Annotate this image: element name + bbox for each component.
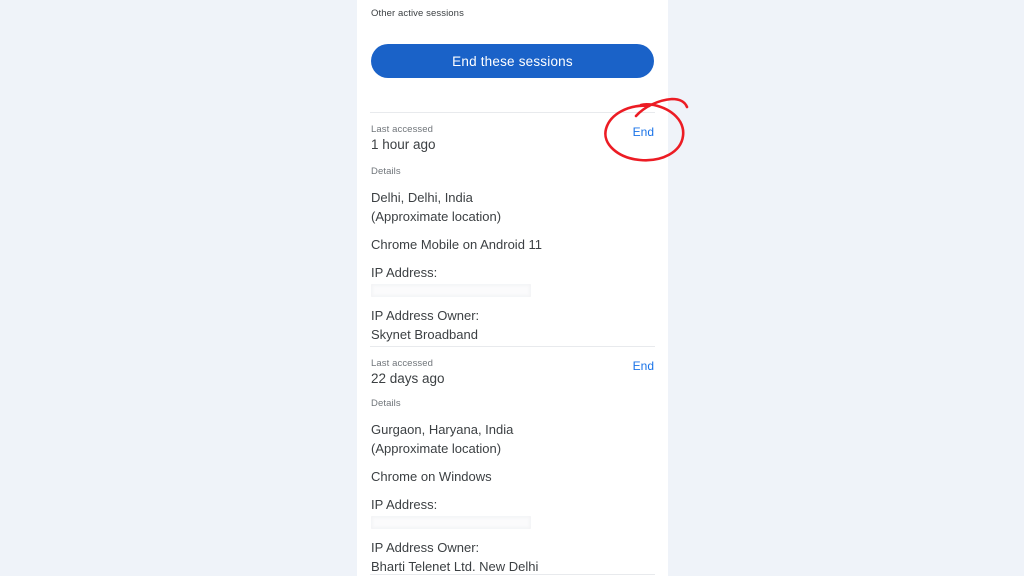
divider-middle bbox=[370, 346, 655, 347]
ip-owner-label: IP Address Owner: bbox=[371, 308, 480, 323]
detail-ip-owner: IP Address Owner: Bharti Telenet Ltd. Ne… bbox=[371, 538, 655, 576]
divider-top bbox=[370, 112, 655, 113]
settings-card: Other active sessions End these sessions… bbox=[357, 0, 668, 576]
location-note: (Approximate location) bbox=[371, 441, 502, 456]
ip-address-label: IP Address: bbox=[371, 265, 438, 280]
location-value: Delhi, Delhi, India bbox=[371, 190, 473, 205]
details-label: Details bbox=[371, 166, 401, 177]
last-accessed-label: Last accessed bbox=[371, 124, 434, 135]
ip-address-label: IP Address: bbox=[371, 497, 438, 512]
detail-ip-address: IP Address: bbox=[371, 263, 655, 297]
location-note: (Approximate location) bbox=[371, 209, 502, 224]
end-these-sessions-label: End these sessions bbox=[452, 53, 573, 69]
last-accessed-value: 1 hour ago bbox=[371, 137, 436, 152]
detail-location: Delhi, Delhi, India (Approximate locatio… bbox=[371, 188, 655, 226]
detail-device: Chrome Mobile on Android 11 bbox=[371, 237, 543, 252]
location-value: Gurgaon, Haryana, India bbox=[371, 422, 514, 437]
session-header: Last accessed 1 hour ago End bbox=[357, 120, 668, 156]
divider-bottom bbox=[370, 574, 655, 575]
ip-address-redacted-value bbox=[371, 284, 531, 297]
session-item: Last accessed 22 days ago End Details Gu… bbox=[357, 354, 668, 574]
ip-address-redacted-value bbox=[371, 516, 531, 529]
ip-owner-label: IP Address Owner: bbox=[371, 540, 480, 555]
last-accessed-label: Last accessed bbox=[371, 358, 434, 369]
section-heading: Other active sessions bbox=[371, 8, 464, 19]
last-accessed-value: 22 days ago bbox=[371, 371, 445, 386]
ip-owner-value: Skynet Broadband bbox=[371, 327, 478, 342]
session-details-list: Gurgaon, Haryana, India (Approximate loc… bbox=[371, 420, 655, 576]
session-details-list: Delhi, Delhi, India (Approximate locatio… bbox=[371, 188, 655, 344]
end-session-link[interactable]: End bbox=[633, 358, 654, 374]
detail-device: Chrome on Windows bbox=[371, 469, 492, 484]
end-session-link[interactable]: End bbox=[633, 124, 654, 140]
session-header: Last accessed 22 days ago End bbox=[357, 354, 668, 390]
detail-ip-address: IP Address: bbox=[371, 495, 655, 529]
details-label: Details bbox=[371, 398, 401, 409]
detail-ip-owner: IP Address Owner: Skynet Broadband bbox=[371, 306, 655, 344]
page-background: Other active sessions End these sessions… bbox=[0, 0, 1024, 576]
detail-location: Gurgaon, Haryana, India (Approximate loc… bbox=[371, 420, 655, 458]
end-these-sessions-button[interactable]: End these sessions bbox=[371, 44, 654, 78]
session-item: Last accessed 1 hour ago End Details Del… bbox=[357, 120, 668, 342]
